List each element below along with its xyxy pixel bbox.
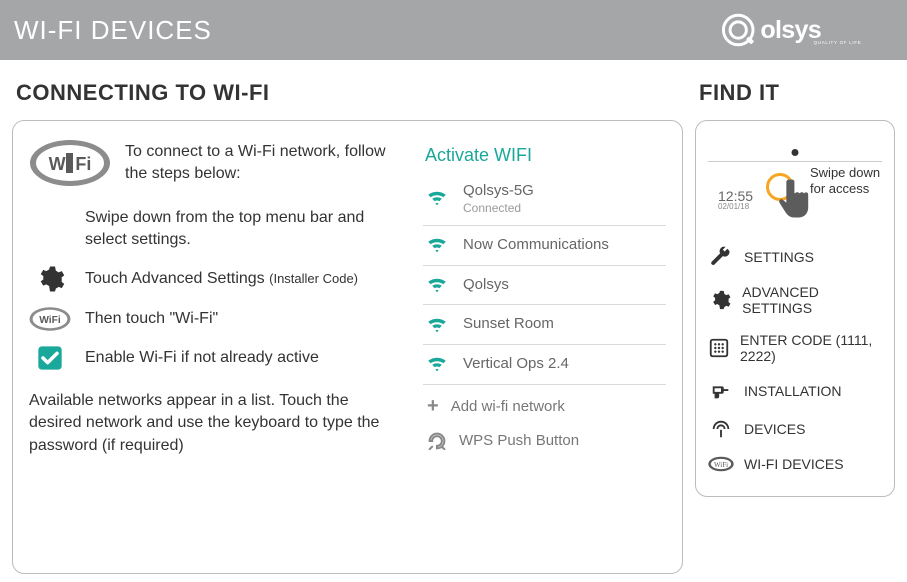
main-section-title: CONNECTING TO WI-FI bbox=[16, 80, 683, 106]
svg-text:WiFi: WiFi bbox=[714, 461, 728, 469]
gear-icon bbox=[708, 289, 732, 311]
page-title: WI-FI DEVICES bbox=[14, 15, 212, 46]
swipe-label: Swipe down for access bbox=[810, 165, 882, 198]
nav-advanced-settings[interactable]: ADVANCED SETTINGS bbox=[708, 276, 882, 324]
wps-row[interactable]: WPS Push Button bbox=[423, 422, 666, 454]
wifi-signal-icon bbox=[427, 356, 447, 372]
network-row[interactable]: Now Communications bbox=[423, 226, 666, 266]
network-row[interactable]: Qolsys bbox=[423, 266, 666, 306]
step-1-text: Swipe down from the top menu bar and sel… bbox=[85, 207, 409, 252]
step-4-text: Enable Wi-Fi if not already active bbox=[85, 347, 409, 369]
checkbox-checked-icon bbox=[36, 344, 64, 372]
clock-time: 12:55 bbox=[718, 189, 753, 203]
nav-enter-code[interactable]: ENTER CODE (1111, 2222) bbox=[708, 324, 882, 372]
qolsys-logo: olsys QUALITY OF LIFE bbox=[719, 8, 889, 52]
nav-devices[interactable]: DEVICES bbox=[708, 410, 882, 448]
wifi-signal-icon bbox=[427, 237, 447, 253]
add-network-row[interactable]: + Add wi-fi network bbox=[423, 385, 666, 422]
clock-date: 02/01/18 bbox=[718, 203, 753, 211]
nav-settings[interactable]: SETTINGS bbox=[708, 238, 882, 276]
wifi-signal-icon bbox=[427, 190, 447, 206]
svg-text:olsys: olsys bbox=[760, 16, 821, 44]
network-row[interactable]: Qolsys-5GConnected bbox=[423, 172, 666, 226]
side-section-title: FIND IT bbox=[699, 80, 895, 106]
plus-icon: + bbox=[427, 395, 439, 418]
svg-text:QUALITY OF LIFE: QUALITY OF LIFE bbox=[814, 40, 862, 45]
network-row[interactable]: Vertical Ops 2.4 bbox=[423, 345, 666, 385]
step-3-text: Then touch "Wi-Fi" bbox=[85, 308, 409, 330]
keypad-icon bbox=[708, 337, 730, 359]
swipe-down-illustration: 12:55 02/01/18 Swipe down for access bbox=[708, 133, 882, 228]
wifi-signal-icon bbox=[427, 277, 447, 293]
main-panel: Wi Fi To connect to a Wi-Fi network, fol… bbox=[12, 120, 683, 574]
wifi-signal-icon bbox=[427, 317, 447, 333]
header-bar: WI-FI DEVICES olsys QUALITY OF LIFE bbox=[0, 0, 907, 60]
step-2-text: Touch Advanced Settings (Installer Code) bbox=[85, 268, 409, 290]
nav-installation[interactable]: INSTALLATION bbox=[708, 372, 882, 410]
wifi-badge-icon: Wi Fi bbox=[29, 139, 111, 187]
drill-icon bbox=[708, 380, 734, 402]
footer-text: Available networks appear in a list. Tou… bbox=[29, 390, 409, 457]
wrench-icon bbox=[708, 246, 734, 268]
intro-text: To connect to a Wi-Fi network, follow th… bbox=[125, 141, 409, 186]
wifi-badge-tiny-icon: WiFi bbox=[708, 456, 734, 472]
nav-wifi-devices[interactable]: WiFi WI-FI DEVICES bbox=[708, 448, 882, 480]
wifi-list-preview: Activate WIFI Qolsys-5GConnected Now Com… bbox=[419, 139, 666, 559]
svg-text:WiFi: WiFi bbox=[39, 315, 61, 326]
wifi-list-title: Activate WIFI bbox=[425, 145, 666, 166]
network-row[interactable]: Sunset Room bbox=[423, 305, 666, 345]
side-panel: 12:55 02/01/18 Swipe down for access SET… bbox=[695, 120, 895, 497]
wifi-badge-small-icon: WiFi bbox=[29, 306, 71, 332]
gear-icon bbox=[35, 264, 65, 294]
wps-icon bbox=[427, 432, 447, 450]
antenna-icon bbox=[708, 418, 734, 440]
